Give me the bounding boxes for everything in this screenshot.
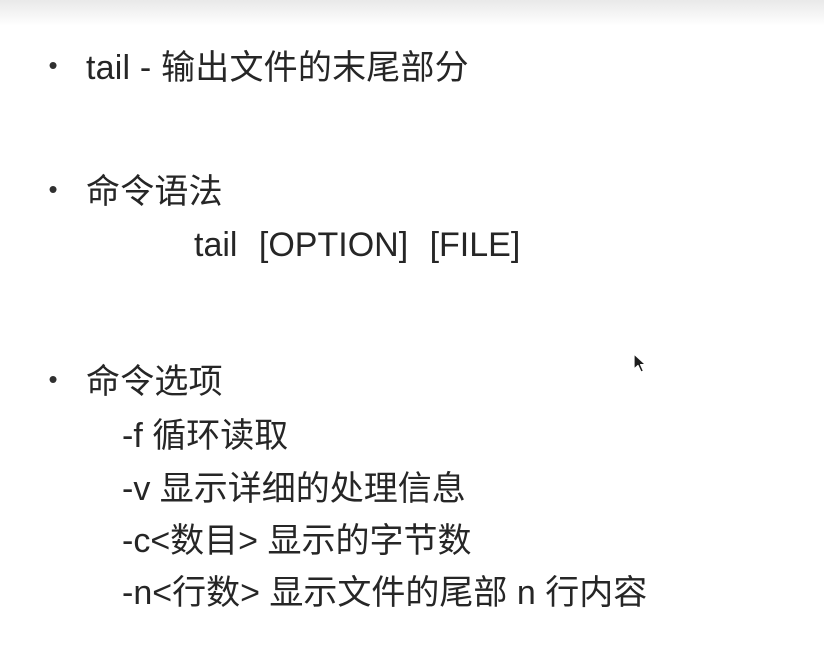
bullet-item-command-syntax: • 命令语法 xyxy=(48,164,223,213)
bullet-item-command-options: • 命令选项 xyxy=(48,354,223,403)
top-edge-shadow xyxy=(0,0,824,26)
bullet-dot-icon: • xyxy=(48,49,58,80)
tail-description: tail - 输出文件的末尾部分 xyxy=(86,49,469,87)
option-f: -f 循环读取 xyxy=(122,417,289,455)
option-n: -n<行数> 显示文件的尾部 n 行内容 xyxy=(122,574,648,612)
bullet-item-tail-description: • tail - 输出文件的末尾部分 xyxy=(48,40,469,89)
command-options-heading: 命令选项 xyxy=(86,363,223,401)
bullet-dot-icon: • xyxy=(48,363,58,394)
bullet-dot-icon: • xyxy=(48,173,58,204)
option-c: -c<数目> 显示的字节数 xyxy=(122,522,472,560)
option-v: -v 显示详细的处理信息 xyxy=(122,470,466,508)
command-syntax-heading: 命令语法 xyxy=(86,173,223,211)
mouse-pointer-icon xyxy=(633,353,647,373)
syntax-line: tail [OPTION] [FILE] xyxy=(194,226,521,264)
